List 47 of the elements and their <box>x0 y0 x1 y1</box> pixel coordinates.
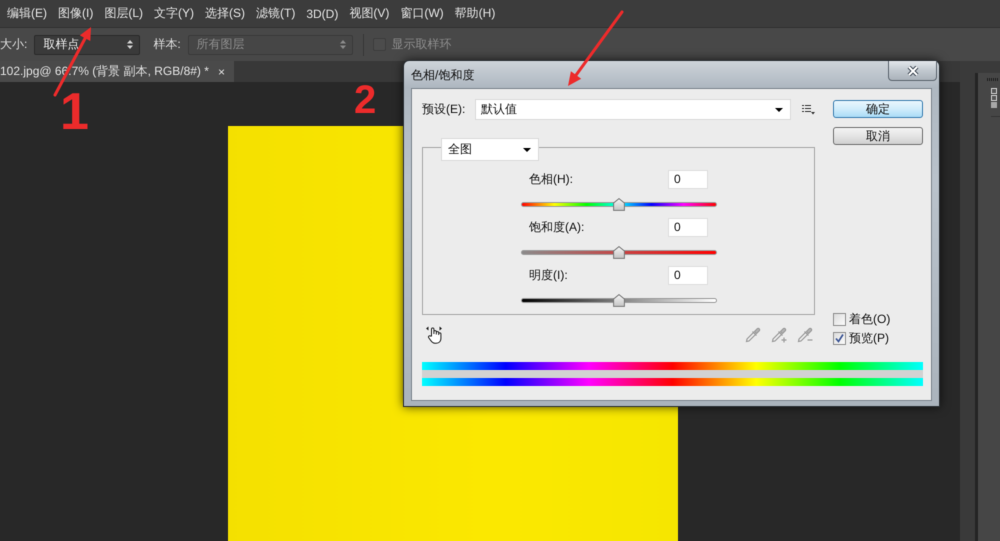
channel-dropdown[interactable]: 全图 <box>441 138 539 161</box>
menu-item[interactable]: 文字(Y) <box>149 5 200 22</box>
menu-item[interactable]: 图像(I) <box>53 5 100 22</box>
checkbox-label: 着色(O) <box>849 311 890 328</box>
menu-item[interactable]: 窗口(W) <box>395 5 450 22</box>
menu-item[interactable]: 编辑(E) <box>0 5 53 22</box>
tab-close-button[interactable]: × <box>218 64 225 78</box>
slider-thumb[interactable] <box>613 198 625 211</box>
list-menu-icon[interactable] <box>802 104 815 114</box>
dialog-title: 色相/饱和度 <box>411 67 474 84</box>
checkbox-label: 显示取样环 <box>392 36 452 53</box>
checkbox[interactable] <box>833 332 846 345</box>
value-field[interactable]: 0 <box>668 266 708 285</box>
checkbox[interactable] <box>833 313 846 326</box>
checkbox-label: 预览(P) <box>849 330 889 347</box>
updown-icon <box>340 40 346 49</box>
caret-icon <box>523 148 531 152</box>
menu-item[interactable]: 3D(D) <box>301 6 344 20</box>
updown-icon <box>127 40 134 49</box>
slider-label: 明度(I): <box>529 267 569 284</box>
value-field[interactable]: 0 <box>668 170 708 189</box>
close-button[interactable] <box>888 61 937 81</box>
annotation-number: 1 <box>60 86 89 138</box>
hand-icon[interactable] <box>425 326 443 344</box>
menu-item[interactable]: 滤镜(T) <box>251 5 302 22</box>
annotation-number: 2 <box>354 80 376 120</box>
slider-thumb[interactable] <box>613 294 625 307</box>
preset-label: 预设(E): <box>422 101 466 118</box>
square-icon[interactable] <box>991 95 997 101</box>
grip-icon[interactable] <box>987 78 999 81</box>
menu-item[interactable]: 选择(S) <box>200 5 251 22</box>
slider-label: 饱和度(A): <box>529 219 586 236</box>
dialog-button[interactable]: 确定 <box>833 100 923 118</box>
menu-item[interactable]: 帮助(H) <box>450 5 502 22</box>
slider-thumb[interactable] <box>613 246 625 259</box>
dialog-button[interactable]: 取消 <box>833 127 923 145</box>
slider-label: 色相(H): <box>529 171 574 188</box>
caret-icon <box>775 108 783 112</box>
menu-item[interactable]: 视图(V) <box>344 5 396 22</box>
close-icon <box>906 66 918 76</box>
preset-dropdown[interactable]: 默认值 <box>475 99 791 120</box>
value-field[interactable]: 0 <box>668 218 708 237</box>
menu-item[interactable]: 图层(L) <box>99 5 149 22</box>
size-dropdown[interactable]: 取样点 <box>34 34 140 54</box>
size-label: 大小: <box>0 36 28 53</box>
sample-label: 样本: <box>153 36 181 53</box>
square-icon[interactable] <box>991 88 997 94</box>
